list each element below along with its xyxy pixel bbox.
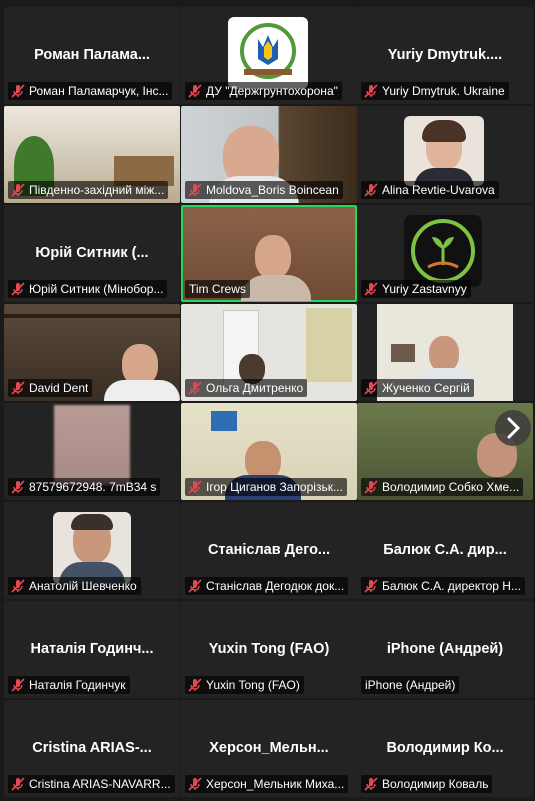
participant-display-name: Роман Палама... <box>34 47 150 63</box>
participant-tile-23[interactable]: Херсон_Мельн... Херсон_Мельник Миха... <box>181 700 357 797</box>
participant-nametag: Жученко Сергій <box>361 379 474 397</box>
participant-tile-1[interactable]: Роман Палама... Роман Паламарчук, Інс... <box>4 7 180 104</box>
participant-display-name: Наталія Годинч... <box>30 641 154 657</box>
mic-muted-icon <box>364 84 378 98</box>
participant-tile-16[interactable]: Анатолій Шевченко <box>4 502 180 599</box>
mic-muted-icon <box>188 480 202 494</box>
participant-tile-3[interactable]: Yuriy Dmytruk.... Yuriy Dmytruk. Ukraine <box>357 7 533 104</box>
mic-muted-icon <box>188 381 202 395</box>
mic-muted-icon <box>188 579 202 593</box>
next-page-button[interactable] <box>495 410 531 446</box>
participant-display-name: Юрій Ситник (... <box>35 245 149 261</box>
participant-avatar <box>404 116 484 186</box>
participant-tile-7[interactable]: Юрій Ситник (... Юрій Ситник (Мінобор... <box>4 205 180 302</box>
participant-tile-6[interactable]: Alina Revtie-Uvarova <box>357 106 533 203</box>
participant-nametag: Володимир Собко Хме... <box>361 478 524 496</box>
participant-nametag: Юрій Ситник (Мінобор... <box>8 280 168 298</box>
mic-muted-icon <box>188 84 202 98</box>
sprout-logo-icon <box>411 219 475 283</box>
participant-display-name: Yuxin Tong (FAO) <box>208 641 330 657</box>
participant-nametag: Yuriy Dmytruk. Ukraine <box>361 82 509 100</box>
participant-avatar <box>53 512 131 584</box>
organization-logo <box>228 17 308 89</box>
participant-nametag: Yuxin Tong (FAO) <box>185 676 304 694</box>
mic-muted-icon <box>11 84 25 98</box>
participant-tile-18[interactable]: Балюк С.А. дир... Балюк С.А. директор Н.… <box>357 502 533 599</box>
participant-tile-17[interactable]: Станіслав Дего... Станіслав Дегодюк док.… <box>181 502 357 599</box>
participant-tile-20[interactable]: Yuxin Tong (FAO) Yuxin Tong (FAO) <box>181 601 357 698</box>
participant-nametag: ДУ "Держгрунтохорона" <box>185 82 342 100</box>
participant-nametag: Балюк С.А. директор Н... <box>361 577 525 595</box>
mic-muted-icon <box>188 678 202 692</box>
trident-emblem-icon <box>240 23 296 79</box>
participant-display-name: Cristina ARIAS-... <box>32 740 152 756</box>
person-shirt <box>241 275 311 301</box>
mic-muted-icon <box>364 381 378 395</box>
participant-nametag: Moldova_Boris Boincean <box>185 181 343 199</box>
participant-display-name: iPhone (Андрей) <box>386 641 504 657</box>
mic-muted-icon <box>11 381 25 395</box>
participant-nametag: Наталія Годинчук <box>8 676 130 694</box>
participant-tile-4[interactable]: Південно-західний між... <box>4 106 180 203</box>
participant-tile-9[interactable]: Yuriy Zastavnyy <box>357 205 533 302</box>
participant-tile-14[interactable]: Ігор Циганов Запорізьк... <box>181 403 357 500</box>
flag-image <box>211 411 237 431</box>
blurred-video-feed <box>54 405 130 485</box>
participant-tile-13[interactable]: 87579672948. 7mB34 s <box>4 403 180 500</box>
participant-nametag: David Dent <box>8 379 93 397</box>
mic-muted-icon <box>364 183 378 197</box>
participant-tile-2[interactable]: ДУ "Держгрунтохорона" <box>181 7 357 104</box>
participant-tile-24[interactable]: Володимир Ко... Володимир Коваль <box>357 700 533 797</box>
mic-muted-icon <box>364 579 378 593</box>
participant-nametag: Херсон_Мельник Миха... <box>185 775 349 793</box>
participant-tile-12[interactable]: Жученко Сергій <box>357 304 533 401</box>
mic-muted-icon <box>364 777 378 791</box>
participant-nametag: Ігор Циганов Запорізьк... <box>185 478 347 496</box>
mic-muted-icon <box>11 282 25 296</box>
participant-nametag: Yuriy Zastavnyy <box>361 280 471 298</box>
participant-display-name: Балюк С.А. дир... <box>383 542 507 558</box>
participant-nametag: Alina Revtie-Uvarova <box>361 181 499 199</box>
mic-muted-icon <box>11 579 25 593</box>
participant-display-name: Херсон_Мельн... <box>209 740 329 756</box>
participant-nametag: Cristina ARIAS-NAVARR... <box>8 775 175 793</box>
participant-tile-5[interactable]: Moldova_Boris Boincean <box>181 106 357 203</box>
participant-nametag: Ольга Дмитренко <box>185 379 308 397</box>
participant-tile-21[interactable]: iPhone (Андрей) iPhone (Андрей) <box>357 601 533 698</box>
person-head <box>429 336 459 372</box>
participant-display-name: Володимир Ко... <box>386 740 504 756</box>
participant-tile-19[interactable]: Наталія Годинч... Наталія Годинчук <box>4 601 180 698</box>
participant-nametag: Південно-західний між... <box>8 181 169 199</box>
participant-display-name: Yuriy Dmytruk.... <box>387 47 503 63</box>
participant-nametag: iPhone (Андрей) <box>361 676 460 694</box>
chevron-right-icon <box>507 417 521 439</box>
mic-muted-icon <box>11 183 25 197</box>
participant-tile-11[interactable]: Ольга Дмитренко <box>181 304 357 401</box>
person-shirt <box>104 380 180 401</box>
participant-display-name: Станіслав Дего... <box>207 542 331 558</box>
participant-nametag: Tim Crews <box>185 280 250 298</box>
participant-tile-22[interactable]: Cristina ARIAS-... Cristina ARIAS-NAVARR… <box>4 700 180 797</box>
mic-muted-icon <box>364 480 378 494</box>
participant-nametag: Станіслав Дегодюк док... <box>185 577 349 595</box>
participant-nametag: Анатолій Шевченко <box>8 577 141 595</box>
participant-nametag: 87579672948. 7mB34 s <box>8 478 161 496</box>
mic-muted-icon <box>188 183 202 197</box>
participant-tile-10[interactable]: David Dent <box>4 304 180 401</box>
map-poster-image <box>306 308 352 382</box>
mic-muted-icon <box>11 480 25 494</box>
participant-nametag: Роман Паламарчук, Інс... <box>8 82 173 100</box>
participant-tile-8-active-speaker[interactable]: Tim Crews <box>181 205 357 302</box>
mic-muted-icon <box>11 777 25 791</box>
participant-logo <box>404 215 482 287</box>
mic-muted-icon <box>188 777 202 791</box>
participant-nametag: Володимир Коваль <box>361 775 493 793</box>
mic-muted-icon <box>364 282 378 296</box>
frame-image <box>391 344 415 362</box>
person-head <box>255 235 291 279</box>
mic-muted-icon <box>11 678 25 692</box>
